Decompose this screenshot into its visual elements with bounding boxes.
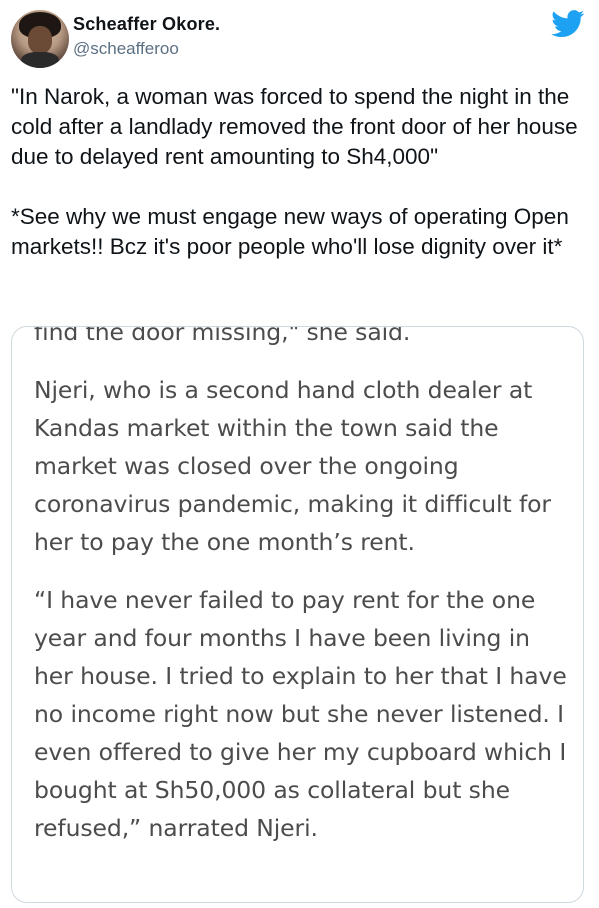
article-paragraph: Njeri, who is a second hand cloth dealer… [34, 376, 551, 556]
tweet-header: Scheaffer Okore. @scheafferoo [11, 8, 588, 68]
twitter-bird-icon[interactable] [551, 10, 585, 38]
author-display-name[interactable]: Scheaffer Okore. [73, 14, 220, 35]
tweet-text: "In Narok, a woman was forced to spend t… [11, 84, 578, 259]
article-text-block: find the door missing," she said. Njeri,… [34, 326, 574, 867]
avatar[interactable] [11, 10, 69, 68]
avatar-face [28, 26, 52, 54]
article-paragraph: “I have never failed to pay rent for the… [34, 586, 567, 842]
avatar-shirt [21, 52, 59, 68]
article-paragraph: find the door missing," she said. [34, 326, 411, 346]
author-handle[interactable]: @scheafferoo [73, 39, 179, 59]
article-screenshot-card[interactable]: find the door missing," she said. Njeri,… [11, 326, 584, 903]
